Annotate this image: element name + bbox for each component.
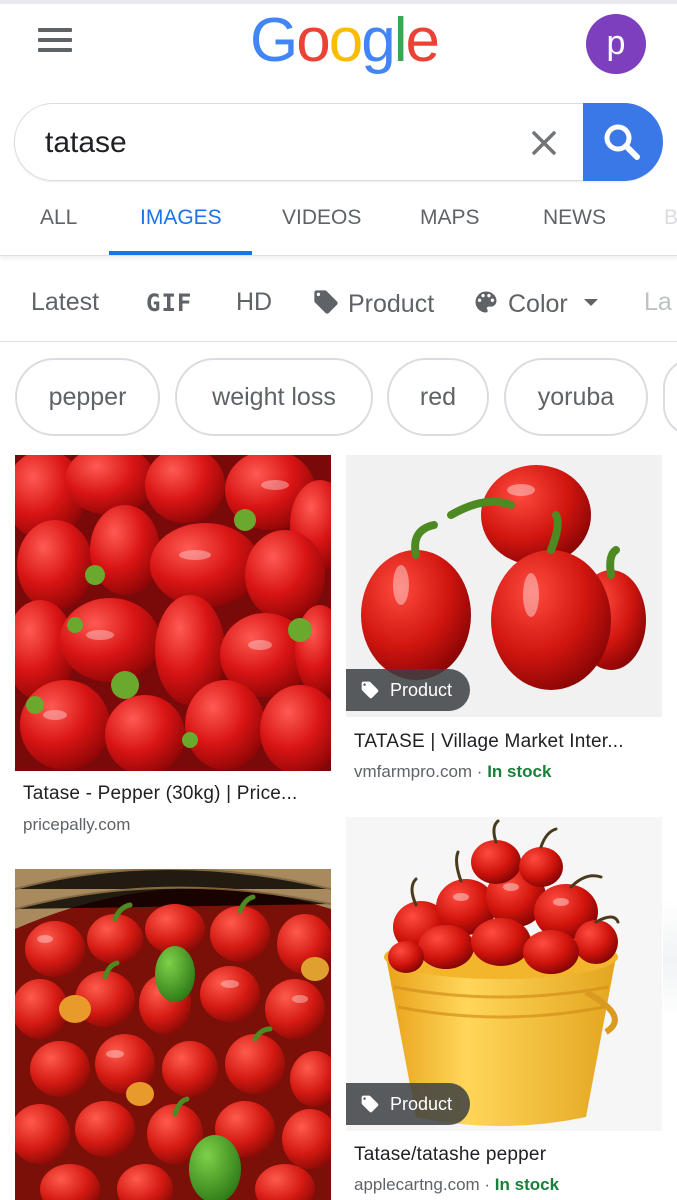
result-card-4[interactable]: Product Tatase/tatashe pepper applecartn…: [346, 817, 662, 1200]
tab-all[interactable]: ALL: [40, 206, 77, 230]
top-bar: Google p: [0, 0, 677, 95]
tab-more[interactable]: B: [664, 206, 677, 230]
search-box: [14, 103, 663, 181]
chip-pepper[interactable]: pepper: [15, 358, 160, 436]
chip-red[interactable]: red: [387, 358, 489, 436]
caret-down-icon: [583, 299, 598, 306]
result-title[interactable]: Tatase/tatashe pepper: [354, 1144, 654, 1166]
filter-gif[interactable]: GIF: [146, 289, 192, 317]
tab-images[interactable]: IMAGES: [140, 206, 222, 230]
related-chips: pepper weight loss red yoruba: [0, 356, 677, 438]
palette-icon: [475, 291, 497, 313]
product-badge-label: Product: [390, 680, 453, 700]
account-avatar[interactable]: p: [586, 14, 646, 74]
tag-icon: [314, 290, 338, 314]
result-card-3[interactable]: [15, 869, 331, 1200]
filter-latest[interactable]: Latest: [31, 288, 99, 317]
result-source-domain: applecartng.com ·: [354, 1175, 495, 1194]
result-source: vmfarmpro.com · In stock: [354, 762, 551, 782]
result-card-2[interactable]: Product TATASE | Village Market Inter...…: [346, 455, 662, 795]
product-badge: Product: [346, 669, 471, 711]
filter-product-label: Product: [348, 290, 435, 318]
in-stock-label: In stock: [494, 1175, 560, 1194]
filter-color-label: Color: [508, 290, 568, 318]
filter-bar: Latest GIF HD Product Color La: [0, 262, 677, 342]
product-badge: Product: [346, 1083, 471, 1125]
top-divider: [0, 0, 677, 4]
in-stock-label: In stock: [487, 762, 552, 781]
result-image[interactable]: [15, 869, 331, 1200]
result-title[interactable]: Tatase - Pepper (30kg) | Price...: [23, 783, 323, 805]
google-logo[interactable]: Google: [250, 6, 440, 76]
tab-maps[interactable]: MAPS: [420, 206, 480, 230]
tab-videos[interactable]: VIDEOS: [282, 206, 361, 230]
result-card-1[interactable]: Tatase - Pepper (30kg) | Price... pricep…: [15, 455, 331, 845]
menu-icon[interactable]: [38, 28, 74, 54]
clear-icon[interactable]: [525, 124, 563, 162]
tag-icon: [361, 1095, 379, 1113]
result-source: pricepally.com: [23, 815, 131, 834]
search-icon: [604, 124, 640, 160]
search-input[interactable]: [45, 122, 505, 164]
chip-weight-loss[interactable]: weight loss: [175, 358, 373, 436]
filter-product[interactable]: Product: [312, 288, 434, 319]
active-tab-indicator: [109, 251, 252, 255]
filter-color[interactable]: Color: [472, 288, 601, 319]
result-image[interactable]: [15, 455, 331, 771]
result-source: applecartng.com · In stock: [354, 1175, 559, 1195]
result-source-domain: vmfarmpro.com ·: [354, 762, 488, 781]
tab-news[interactable]: NEWS: [543, 206, 606, 230]
filter-more[interactable]: La: [644, 288, 672, 317]
chip-yoruba[interactable]: yoruba: [504, 358, 648, 436]
search-button[interactable]: [583, 103, 663, 181]
search-tabs: ALL IMAGES VIDEOS MAPS NEWS B: [0, 190, 677, 256]
tag-icon: [361, 681, 379, 699]
filter-hd[interactable]: HD: [236, 288, 272, 317]
scroll-edge: [663, 900, 677, 1020]
chip-more[interactable]: [663, 358, 677, 436]
product-badge-label: Product: [390, 1094, 453, 1114]
result-title[interactable]: TATASE | Village Market Inter...: [354, 731, 654, 753]
